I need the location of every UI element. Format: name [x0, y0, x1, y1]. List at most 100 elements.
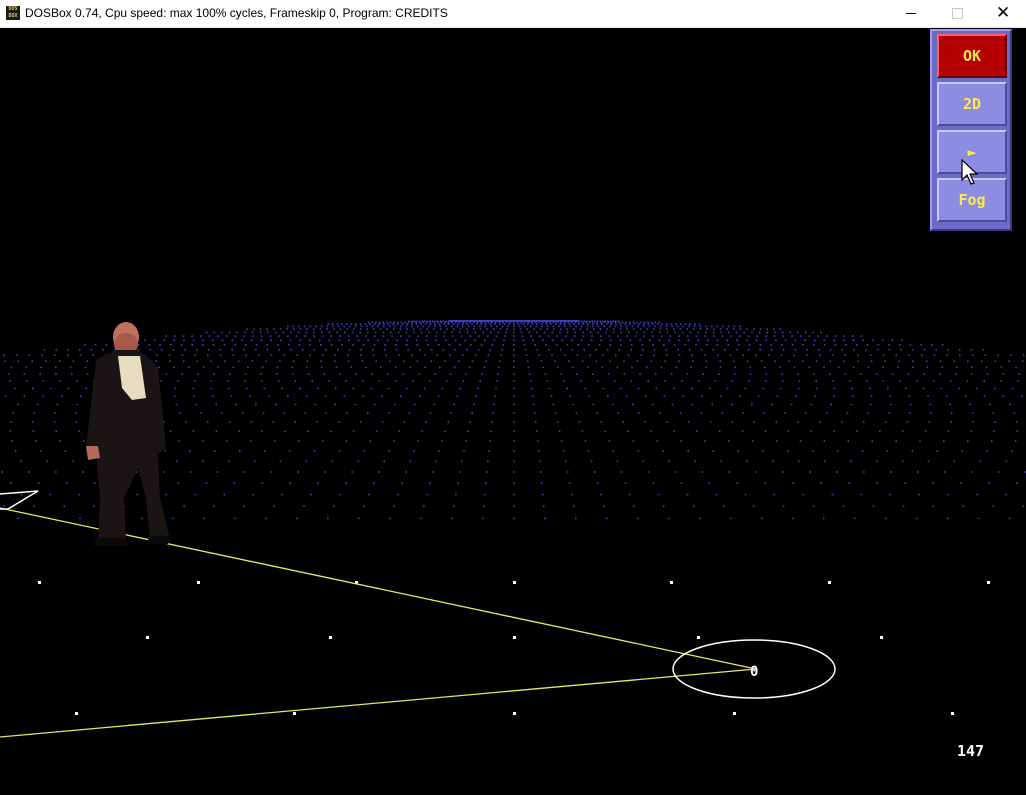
- grid-dot: [798, 380, 801, 382]
- grid-dot: [183, 339, 185, 342]
- grid-dot: [228, 387, 230, 390]
- grid-dot: [591, 335, 593, 337]
- grid-dot: [393, 328, 395, 330]
- grid-dot: [479, 380, 481, 382]
- grid-dot: [369, 323, 371, 325]
- grid-dot: [813, 344, 815, 346]
- grid-dot: [288, 450, 291, 452]
- grid-dot: [956, 366, 958, 369]
- grid-dot: [371, 325, 374, 328]
- grid-dot: [614, 325, 617, 328]
- grid-dot: [499, 328, 502, 330]
- grid-dot: [250, 440, 252, 442]
- grid-dot: [448, 323, 450, 325]
- grid-dot: [354, 403, 356, 406]
- grid-dot: [486, 471, 488, 473]
- grid-dot: [426, 335, 428, 337]
- grid-dot: [599, 493, 602, 496]
- minimize-button[interactable]: [888, 0, 934, 27]
- grid-dot: [588, 395, 590, 398]
- grid-dot: [736, 339, 738, 342]
- grid-dot: [908, 395, 910, 398]
- maximize-button[interactable]: [934, 0, 980, 27]
- grid-dot: [806, 349, 808, 351]
- grid-dot: [695, 335, 698, 337]
- grid-dot: [687, 339, 690, 342]
- grid-dot: [502, 344, 504, 346]
- grid-dot: [455, 493, 457, 496]
- grid-dot: [483, 366, 486, 369]
- grid-dot: [870, 395, 873, 398]
- grid-dot: [375, 360, 377, 362]
- grid-dot: [86, 360, 88, 362]
- grid-dot: [994, 421, 996, 423]
- grid-dot: [706, 344, 708, 346]
- grid-dot: [806, 354, 808, 357]
- grid-dot: [315, 325, 317, 328]
- grid-dot: [770, 344, 772, 346]
- grid-dot: [362, 344, 365, 346]
- grid-dot: [564, 460, 567, 463]
- grid-dot: [580, 325, 583, 328]
- grid-dot: [153, 339, 156, 342]
- grid-dot: [765, 380, 767, 382]
- grid-dot: [383, 323, 385, 325]
- grid-dot: [299, 328, 302, 330]
- grid-dot: [23, 373, 26, 375]
- grid-dot: [469, 421, 471, 423]
- grid-dot: [666, 354, 668, 357]
- grid-dot: [535, 325, 538, 328]
- grid-dot: [574, 321, 577, 324]
- grid-dot: [200, 412, 202, 414]
- grid-dot: [647, 321, 649, 324]
- grid-dot: [689, 323, 691, 325]
- grid-dot: [513, 395, 515, 398]
- grid-dot: [37, 482, 40, 484]
- grid-dot: [704, 354, 706, 357]
- grid-dot: [958, 349, 961, 351]
- grid-dot: [219, 354, 222, 357]
- grid-dot: [679, 412, 682, 414]
- grid-dot: [33, 412, 35, 414]
- grid-dot: [480, 323, 483, 325]
- grid-dot: [398, 430, 401, 433]
- game-viewport[interactable]: 0 147 OK 2D ► Fog: [0, 28, 1026, 795]
- grid-dot: [845, 344, 847, 346]
- grid-dot: [542, 366, 545, 369]
- grid-dot: [826, 335, 828, 337]
- grid-dot: [545, 344, 547, 346]
- grid-dot: [831, 493, 834, 496]
- grid-dot: [714, 380, 717, 382]
- grid-dot: [673, 430, 675, 433]
- view-2d-button[interactable]: 2D: [937, 82, 1007, 126]
- grid-dot: [547, 320, 549, 323]
- grid-dot: [664, 380, 666, 382]
- grid-dot: [403, 421, 406, 423]
- grid-dot: [782, 335, 785, 337]
- grid-dot: [394, 366, 397, 369]
- grid-dot: [546, 328, 548, 330]
- grid-dot: [770, 403, 773, 406]
- close-button[interactable]: ✕: [980, 0, 1026, 27]
- grid-dot: [297, 471, 300, 473]
- grid-dot: [718, 373, 720, 375]
- grid-dot: [215, 403, 217, 406]
- grid-dot: [590, 339, 593, 342]
- grid-dot: [889, 493, 892, 496]
- ok-button[interactable]: OK: [937, 34, 1007, 78]
- grid-dot: [174, 387, 177, 390]
- grid-dot: [17, 403, 19, 406]
- grid-dot: [400, 321, 403, 324]
- scene-canvas[interactable]: [0, 28, 1026, 795]
- grid-dot: [489, 349, 492, 351]
- grid-dot: [843, 335, 845, 337]
- grid-dot: [856, 430, 858, 433]
- grid-dot: [434, 320, 437, 323]
- title-bar[interactable]: DOS BOX DOSBox 0.74, Cpu speed: max 100%…: [0, 0, 1026, 28]
- grid-dot: [413, 320, 416, 323]
- grid-dot: [381, 421, 384, 423]
- grid-dot: [704, 335, 706, 337]
- grid-dot: [817, 335, 819, 337]
- grid-dot: [698, 517, 701, 520]
- grid-dot: [962, 505, 965, 508]
